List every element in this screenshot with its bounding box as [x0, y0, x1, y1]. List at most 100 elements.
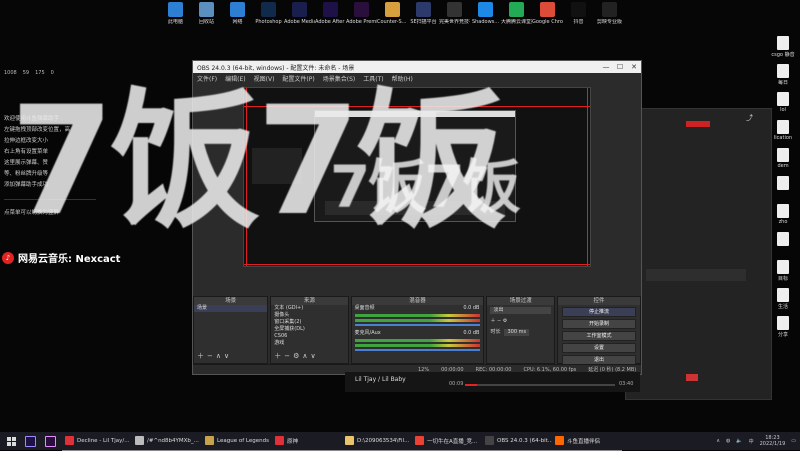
desktop-icon[interactable]: 网络: [222, 2, 253, 36]
desktop-icon[interactable]: 大腾腾云课堂播放器: [501, 2, 532, 36]
menu-view[interactable]: 视图(V): [254, 74, 275, 83]
transition-tools[interactable]: ＋ − ⚙: [487, 318, 553, 325]
start-button[interactable]: [0, 432, 22, 450]
desktop-file-icon[interactable]: [768, 232, 798, 258]
app-icon: [485, 436, 494, 445]
app-icon: [345, 436, 354, 445]
volume-slider[interactable]: [354, 349, 481, 351]
scenes-dock: 场景 场景 ＋−∧∨: [193, 296, 269, 364]
viewer-count: 1008: [4, 70, 17, 76]
scene-tools[interactable]: ＋−∧∨: [197, 351, 232, 361]
progress-track[interactable]: [465, 384, 615, 386]
desktop-file-icon[interactable]: 生活: [768, 288, 798, 314]
desktop-icon[interactable]: 回收站: [191, 2, 222, 36]
stop-streaming-button[interactable]: 停止推流: [561, 307, 637, 317]
network-icon[interactable]: ◍: [726, 438, 730, 444]
network-icon: [230, 2, 245, 17]
desktop-file-icon[interactable]: lol: [768, 92, 798, 118]
taskbar-app-button[interactable]: D:\209063534\Fil...: [342, 432, 412, 451]
taskbar-app-label: D:\209063534\Fil...: [357, 437, 410, 444]
desktop-file-icon[interactable]: csgo 静音: [768, 36, 798, 62]
ime-icon[interactable]: 中: [749, 438, 754, 445]
chat-line: 欢迎使用斗鱼弹幕助手: [4, 116, 60, 122]
desktop-icon[interactable]: SE扫描平台: [408, 2, 439, 36]
close-button[interactable]: ✕: [627, 63, 641, 71]
taskbar-app-button[interactable]: League of Legends: [202, 432, 272, 451]
studio-mode-button[interactable]: 工作室模式: [561, 331, 637, 341]
shadowsocks-icon: [478, 2, 493, 17]
settings-button[interactable]: 设置: [561, 343, 637, 353]
desktop-file-icon[interactable]: lication: [768, 120, 798, 146]
desktop-icon[interactable]: Counter-S... Global Off...: [377, 2, 408, 36]
tray-chevron-icon[interactable]: ∧: [716, 438, 720, 444]
ae-taskbar-icon[interactable]: [22, 432, 42, 450]
desktop-icon[interactable]: 抖音: [563, 2, 594, 36]
webcam-source: [252, 148, 302, 184]
share-icon[interactable]: ⤴: [746, 113, 753, 123]
desktop-icon[interactable]: Adobe After Effects 2020: [315, 2, 346, 36]
song-title[interactable]: Lil Tjay / Lil Baby: [355, 376, 406, 383]
volume-icon[interactable]: 🔈: [736, 438, 742, 444]
desktop-icon[interactable]: Shadows...: [470, 2, 501, 36]
menu-file[interactable]: 文件(F): [197, 74, 217, 83]
panel-input[interactable]: [646, 269, 746, 281]
desktop-file-icon[interactable]: 分享: [768, 316, 798, 342]
menu-scene-collection[interactable]: 场景集合(S): [323, 74, 356, 83]
app-icon: [135, 436, 144, 445]
taskbar-app-button[interactable]: 斗鱼直播伴侣: [552, 432, 622, 451]
source-item[interactable]: 窗口采集(2): [271, 319, 347, 326]
taskbar-app-button[interactable]: 一切牛在A直播_竞...: [412, 432, 482, 451]
menu-tools[interactable]: 工具(T): [363, 74, 383, 83]
desktop-icon[interactable]: Adobe Premie...: [346, 2, 377, 36]
volume-slider[interactable]: [354, 324, 481, 326]
chat-footer: 点菜单可以切换为竖屏: [4, 210, 60, 216]
desktop-icon-label: 剪映专业版: [596, 19, 622, 25]
scene-item[interactable]: 场景: [194, 305, 268, 312]
other-count: 0: [50, 70, 54, 76]
obs-titlebar[interactable]: OBS 24.0.3 (64-bit, windows) - 配置文件: 未命名…: [193, 61, 641, 73]
desktop-file-icon[interactable]: dem: [768, 148, 798, 174]
notification-icon[interactable]: ▭: [791, 438, 796, 444]
transition-select[interactable]: 淡出: [490, 307, 551, 314]
desktop-file-icon[interactable]: zho: [768, 204, 798, 230]
menu-edit[interactable]: 编辑(E): [225, 74, 245, 83]
source-item[interactable]: 全屏捕获(DL): [271, 326, 347, 333]
clock[interactable]: 18:23 2022/1/19: [760, 435, 786, 447]
minimize-button[interactable]: —: [599, 63, 613, 71]
taskbar-app-button[interactable]: OBS 24.0.3 (64-bit...: [482, 432, 552, 451]
source-item[interactable]: CS06: [271, 333, 347, 340]
taskbar-app-button[interactable]: Decline - Lil Tjay/...: [62, 432, 132, 451]
track-db: 0.0 dB: [463, 330, 480, 336]
desktop-file-icon[interactable]: 每日: [768, 64, 798, 90]
desktop-icon[interactable]: 剪映专业版: [594, 2, 625, 36]
taskbar-app-button[interactable]: 原神: [272, 432, 342, 451]
document-icon: [777, 176, 789, 190]
menu-help[interactable]: 帮助(H): [392, 74, 413, 83]
time-start: 00:09: [449, 381, 464, 387]
document-icon: [777, 316, 789, 330]
source-item[interactable]: 摄像头: [271, 312, 347, 319]
taskbar-app-button[interactable]: /#^nd8b4YMXb_...: [132, 432, 202, 451]
panel-red-button[interactable]: [686, 374, 698, 381]
desktop-icon[interactable]: Adobe Media...: [284, 2, 315, 36]
desktop-icon[interactable]: Photoshop: [253, 2, 284, 36]
desktop-file-icon[interactable]: 目标: [768, 260, 798, 286]
start-recording-button[interactable]: 开始录制: [561, 319, 637, 329]
source-item[interactable]: 文本 (GDI+): [271, 305, 347, 312]
duration-input[interactable]: 300 ms: [504, 329, 530, 336]
menu-profile[interactable]: 配置文件(P): [282, 74, 314, 83]
desktop-file-icon[interactable]: [768, 176, 798, 202]
mixer-header: 混音器: [351, 297, 484, 305]
chat-stats: 1008 59 175 0: [4, 70, 96, 76]
pr-taskbar-icon[interactable]: [42, 432, 62, 450]
desktop-icon-label: Adobe Media...: [284, 19, 315, 25]
taskbar-app-label: /#^nd8b4YMXb_...: [147, 437, 199, 444]
obs-preview[interactable]: [243, 87, 591, 267]
source-tools[interactable]: ＋−⚙∧∨: [274, 351, 318, 361]
desktop-file-label: lication: [773, 135, 793, 141]
source-item[interactable]: 游戏: [271, 340, 347, 347]
maximize-button[interactable]: ☐: [613, 63, 627, 71]
desktop-icon[interactable]: Google Chrome: [532, 2, 563, 36]
desktop-icon[interactable]: 完美世界竞技平台: [439, 2, 470, 36]
desktop-icon[interactable]: 此电脑: [160, 2, 191, 36]
